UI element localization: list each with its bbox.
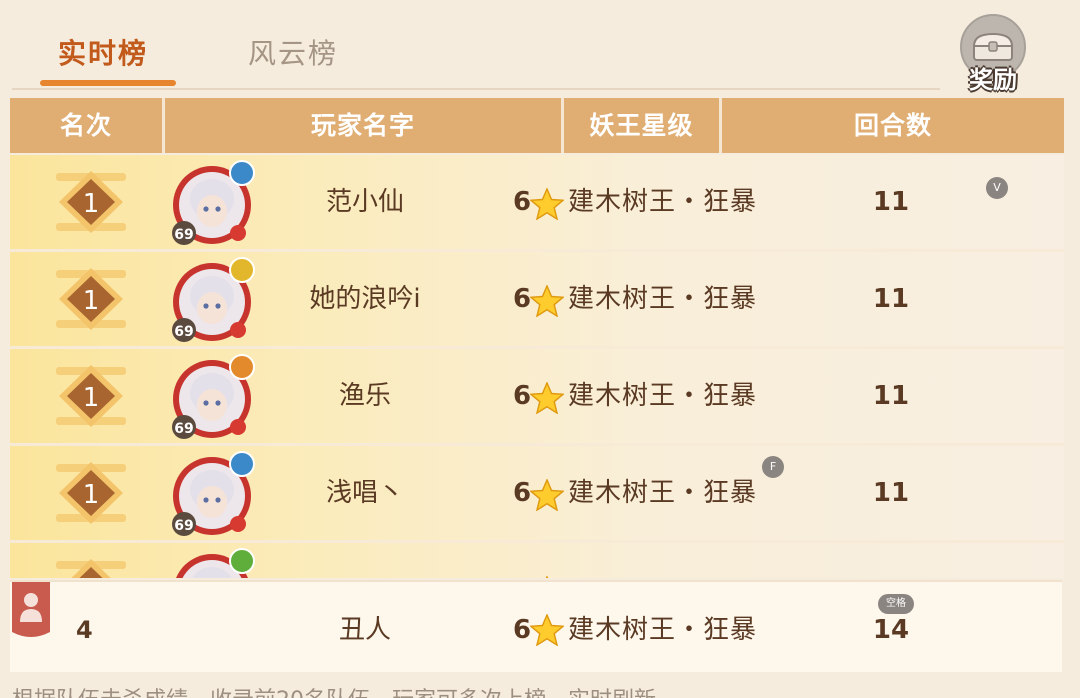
table-header: 名次 玩家名字 妖王星级 回合数	[10, 98, 1064, 153]
table-row[interactable]: 1 69 她的浪吟i 6 建木树王・狂暴 11	[10, 252, 1064, 346]
player-level: 69	[174, 421, 193, 437]
king-name: 建木树王・狂暴	[568, 284, 758, 314]
player-name: 她的浪吟i	[309, 284, 421, 314]
star-icon	[545, 576, 549, 578]
column-header-rounds: 回合数	[853, 111, 932, 140]
my-king-name: 建木树王・狂暴	[568, 615, 758, 645]
star-count: 6	[513, 478, 532, 508]
leaderboard-tabs: 实时榜 风云榜	[0, 0, 960, 92]
table-row[interactable]: 1 69 范小仙 6 建木树王・狂暴 11 V	[10, 155, 1064, 249]
star-icon	[530, 479, 564, 511]
round-count: 11	[872, 187, 910, 217]
rank-number: 1	[83, 383, 100, 413]
rank-number: 1	[83, 286, 100, 316]
player-name	[250, 543, 480, 578]
tab-realtime[interactable]: 实时榜	[58, 32, 148, 72]
player-avatar[interactable]: 69	[168, 450, 258, 538]
round-count: 11	[872, 284, 910, 314]
king-name: 建木树王・狂暴	[568, 381, 758, 411]
player-avatar[interactable]: 69	[168, 353, 258, 441]
player-name: 浅唱丶	[325, 478, 404, 508]
my-rank-number: 4	[76, 616, 93, 644]
round-count: 11	[872, 478, 910, 508]
player-level: 69	[174, 518, 193, 534]
v-key-hint: V	[986, 177, 1008, 199]
star-count: 6	[513, 284, 532, 314]
my-player-name: 丑人	[338, 615, 391, 645]
reward-button[interactable]: 奖励	[958, 12, 1028, 94]
king-name: 建木树王・狂暴	[568, 187, 758, 217]
player-level: 69	[174, 227, 193, 243]
tab-divider	[12, 88, 940, 90]
footer-note: 根据队伍击杀成绩，收录前20名队伍，玩家可多次上榜，实时刷新	[12, 682, 656, 698]
rank-badge-icon: 1	[56, 365, 126, 427]
my-rank-tag-icon	[12, 582, 50, 637]
star-icon	[530, 285, 564, 317]
my-star-count: 6	[513, 615, 532, 645]
leaderboard-list[interactable]: 1 69 范小仙 6 建木树王・狂暴 11 V 1 69 她的浪吟i 6 建木树…	[10, 155, 1064, 578]
king-name: 建木树王・狂暴	[568, 478, 758, 508]
active-tab-indicator	[40, 80, 176, 86]
table-row[interactable]: 1 69 渔乐 6 建木树王・狂暴 11	[10, 349, 1064, 443]
rank-badge-icon: 1	[56, 462, 126, 524]
star-count: 6	[513, 187, 532, 217]
rank-badge-icon: 1	[56, 171, 126, 233]
player-level: 69	[174, 324, 193, 340]
round-count: 11	[872, 381, 910, 411]
star-count: 6	[513, 381, 532, 411]
space-key-hint: 空格	[878, 594, 914, 614]
star-icon	[530, 382, 564, 414]
column-header-rank: 名次	[10, 98, 165, 153]
treasure-chest-icon	[972, 32, 1014, 61]
star-icon	[530, 614, 564, 646]
round-count	[840, 543, 942, 578]
my-rank-row: 4 丑人 6 建木树王・狂暴 14 空格	[10, 580, 1062, 672]
f-key-hint: F	[762, 456, 784, 478]
tab-fengyun[interactable]: 风云榜	[248, 32, 338, 72]
table-row[interactable]	[10, 543, 1064, 578]
player-name: 渔乐	[338, 381, 391, 411]
player-avatar[interactable]: 69	[168, 256, 258, 344]
player-avatar[interactable]	[168, 547, 258, 578]
player-name: 范小仙	[325, 187, 404, 217]
column-header-player: 玩家名字	[165, 98, 564, 153]
rank-badge-icon: 1	[56, 268, 126, 330]
rank-number: 1	[83, 480, 100, 510]
star-icon	[530, 188, 564, 220]
player-avatar[interactable]: 69	[168, 159, 258, 247]
column-header-king-stars: 妖王星级	[564, 98, 722, 153]
table-row[interactable]: 1 69 浅唱丶 6 建木树王・狂暴 11 F	[10, 446, 1064, 540]
rank-number: 1	[83, 189, 100, 219]
rank-badge-icon	[56, 559, 126, 578]
reward-label: 奖励	[969, 66, 1017, 94]
